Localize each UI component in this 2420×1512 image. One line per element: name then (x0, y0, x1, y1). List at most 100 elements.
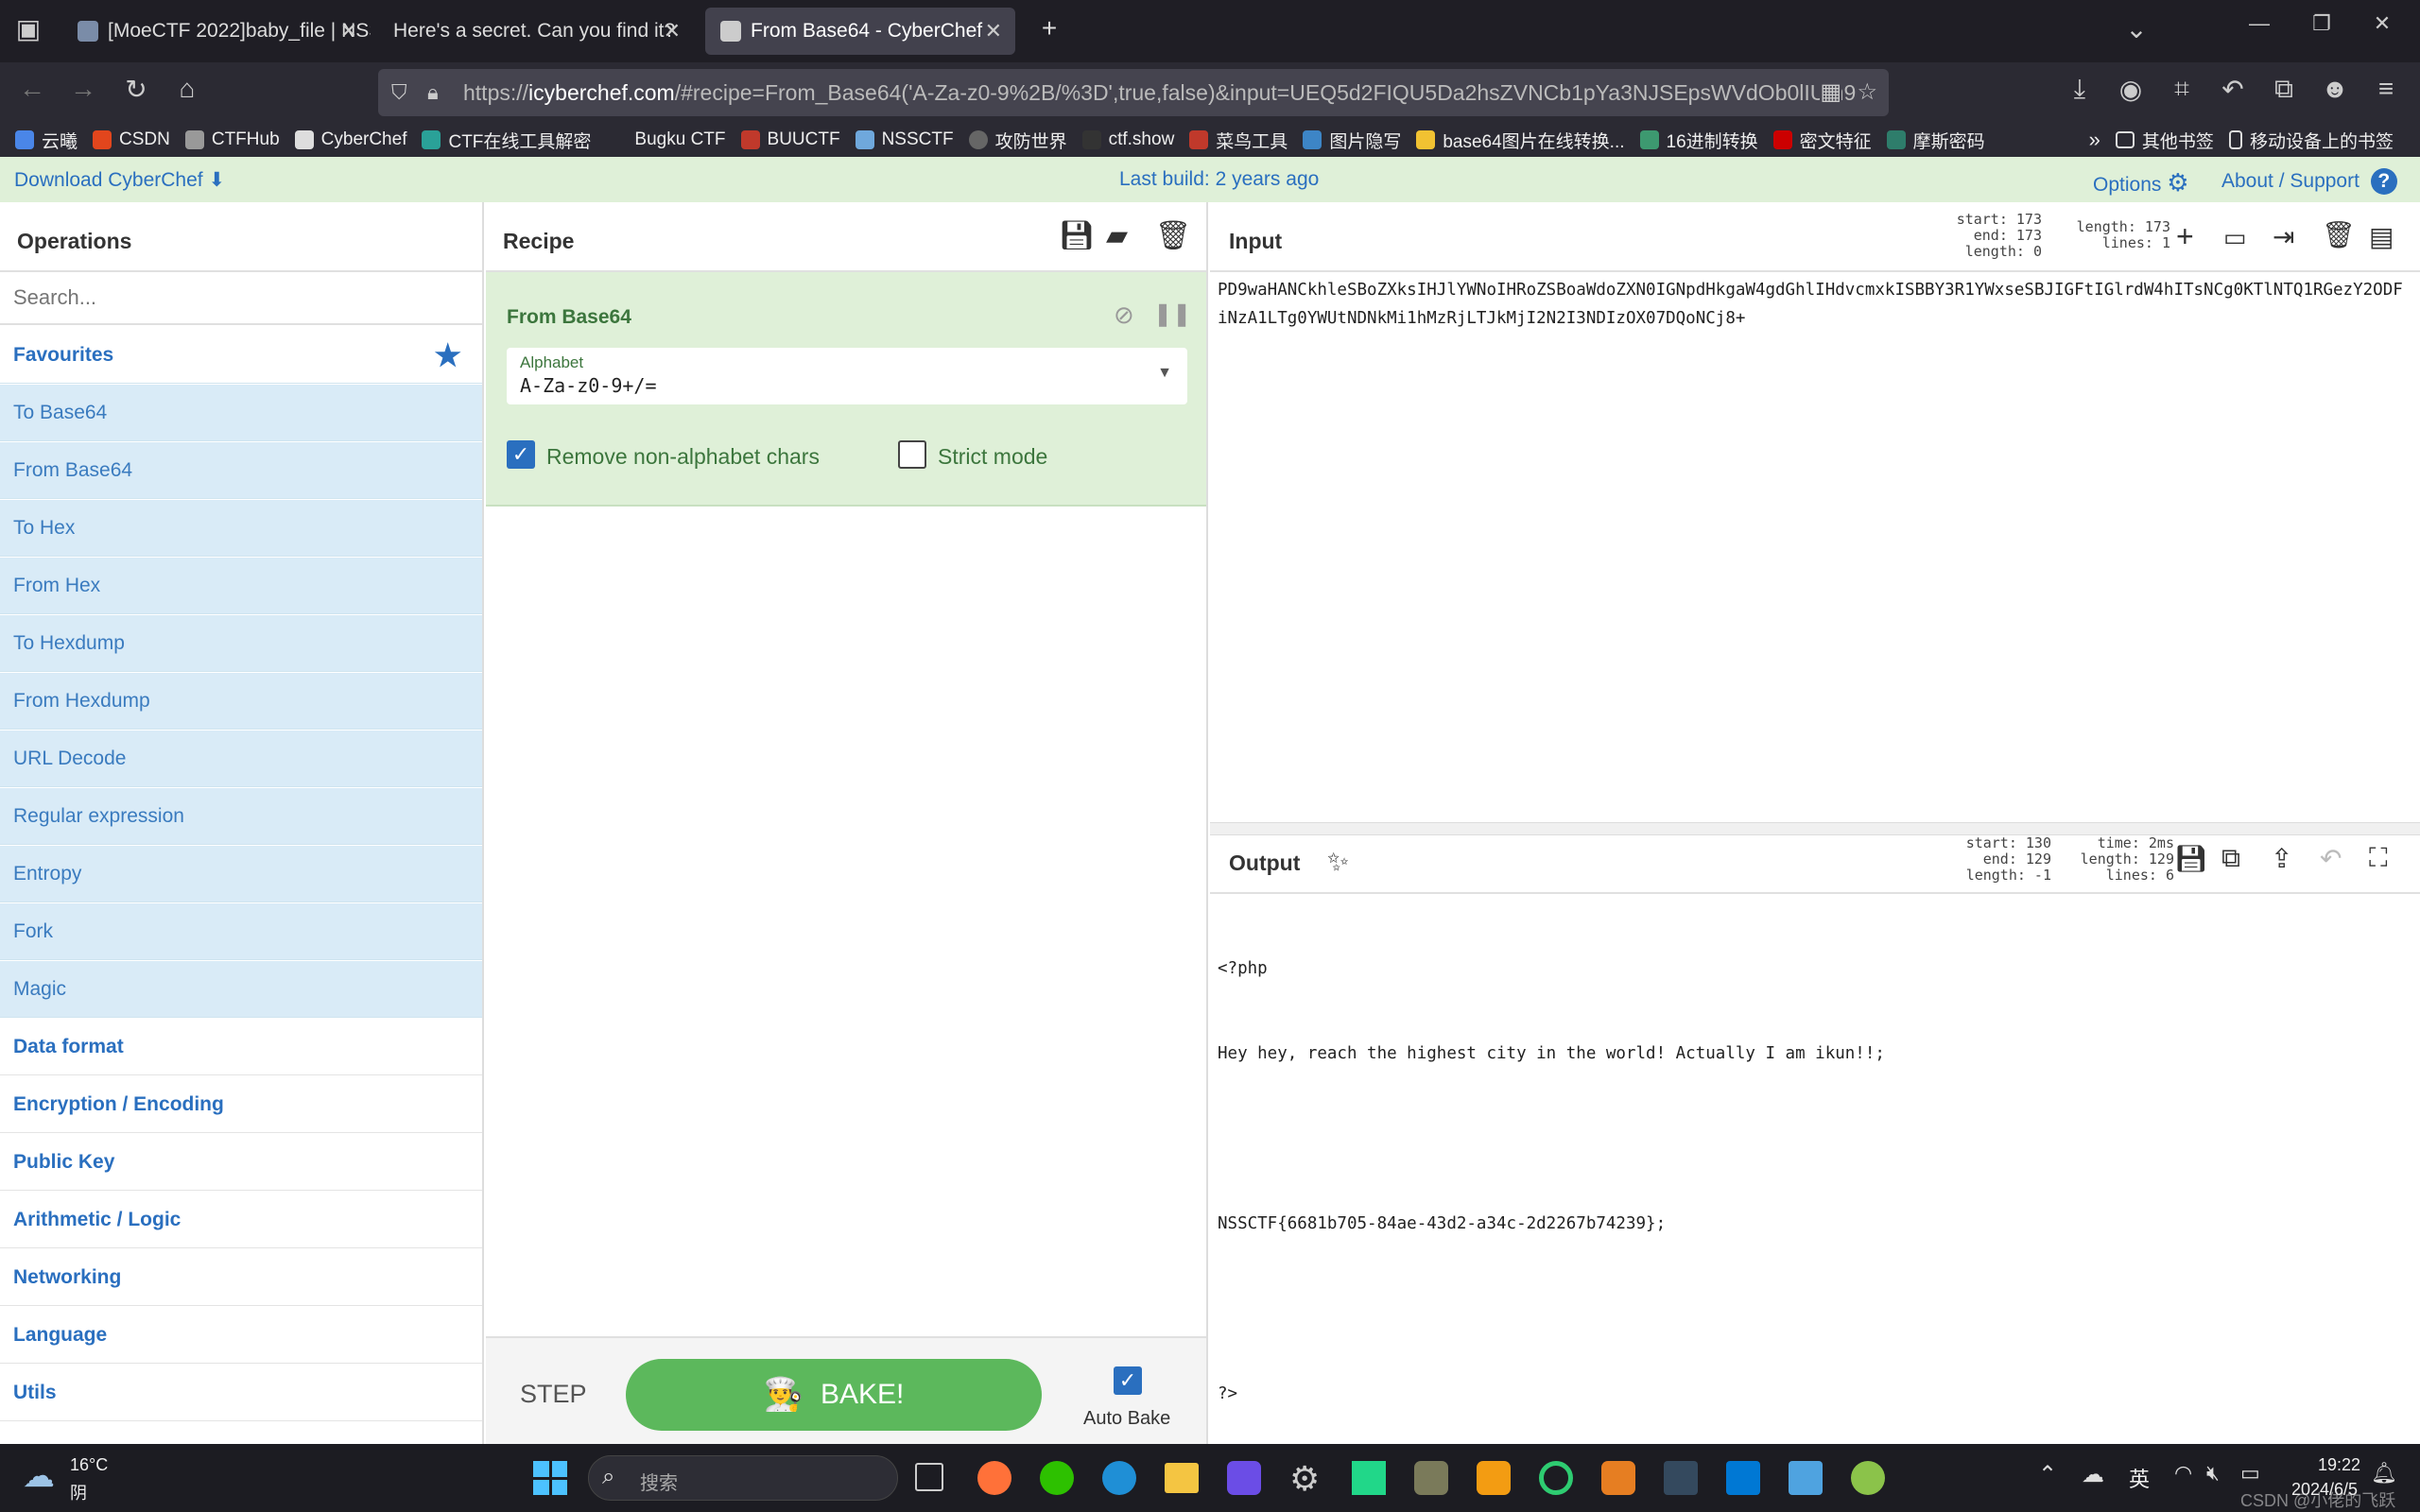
operation-url-decode[interactable]: URL Decode (0, 730, 482, 787)
account-icon[interactable]: ◉ (2112, 74, 2150, 105)
category-encryption-encoding[interactable]: Encryption / Encoding (0, 1076, 482, 1133)
chevron-up-icon[interactable]: ⌃ (2038, 1461, 2057, 1488)
bookmark-item[interactable]: CTFHub (184, 129, 280, 150)
category-data-format[interactable]: Data format (0, 1019, 482, 1075)
disable-operation-icon[interactable]: ⊘ (1114, 301, 1134, 330)
clock-time[interactable]: 19:22 (2318, 1455, 2360, 1475)
taskbar-search-box[interactable]: ⌕ 搜索 (588, 1455, 898, 1501)
app-taskbar-icon[interactable] (1414, 1461, 1448, 1495)
notification-bell-icon[interactable]: 🔔︎ (2371, 1461, 2397, 1486)
undo-icon[interactable]: ↶ (2320, 843, 2342, 874)
operation-regular-expression[interactable]: Regular expression (0, 788, 482, 845)
operations-search-input[interactable] (0, 272, 482, 325)
tab-list-icon[interactable]: ▣ (9, 13, 47, 44)
firefox-taskbar-icon[interactable] (977, 1461, 1011, 1495)
auto-bake-checkbox[interactable]: ✓ (1114, 1366, 1142, 1395)
tab-secret[interactable]: Here's a secret. Can you find it? ✕ (378, 8, 694, 55)
ime-indicator[interactable]: 英 (2129, 1463, 2150, 1493)
task-view-icon[interactable] (915, 1463, 943, 1491)
close-tab-icon[interactable]: ✕ (340, 19, 357, 43)
url-bar[interactable]: ⛉ 🔒︎ https://icyberchef.com/#recipe=From… (378, 69, 1889, 116)
step-button[interactable]: STEP (520, 1380, 587, 1409)
open-file-icon[interactable]: ⇥ (2273, 221, 2294, 252)
bookmark-item[interactable]: CTF在线工具解密 (422, 128, 591, 153)
bookmark-folder[interactable]: 移动设备上的书签 (2228, 128, 2394, 153)
category-public-key[interactable]: Public Key (0, 1134, 482, 1191)
favourites-category[interactable]: Favourites ★ (0, 327, 482, 384)
profile-avatar-icon[interactable]: ☻ (2316, 74, 2354, 104)
app-taskbar-icon[interactable] (1539, 1461, 1573, 1495)
app-taskbar-icon[interactable] (1227, 1461, 1261, 1495)
operation-from-base64[interactable]: From Base64 (0, 442, 482, 499)
wifi-icon[interactable]: ◠ (2174, 1461, 2192, 1486)
tab-cyberchef[interactable]: From Base64 - CyberChef ✕ (705, 8, 1015, 55)
bookmark-item[interactable]: BUUCTF (740, 129, 840, 150)
shield-icon[interactable]: ⛉ (391, 80, 407, 105)
notepad-taskbar-icon[interactable] (1789, 1461, 1823, 1495)
operation-entropy[interactable]: Entropy (0, 846, 482, 902)
bake-button[interactable]: 👨‍🍳︎ BAKE! (626, 1359, 1042, 1431)
io-splitter[interactable] (1210, 822, 2420, 835)
vscode-taskbar-icon[interactable] (1726, 1461, 1760, 1495)
input-textarea[interactable]: PD9waHANCkhleSBoZXksIHJlYWNoIHRoZSBoaWdo… (1218, 276, 2411, 824)
qr-code-icon[interactable]: ▦ (1820, 78, 1841, 106)
bookmark-item[interactable]: CSDN (93, 129, 170, 150)
bookmark-star-icon[interactable]: ☆ (1857, 78, 1877, 106)
star-icon[interactable]: ★ (434, 327, 461, 384)
open-file-folder-icon[interactable]: ▭ (2223, 223, 2247, 252)
bookmark-item[interactable]: 攻防世界 (968, 128, 1067, 153)
about-support-link[interactable]: About / Support ? (2221, 168, 2397, 195)
weather-cloud-icon[interactable]: ☁ (23, 1457, 55, 1495)
replace-input-icon[interactable]: ⇪ (2271, 843, 2292, 874)
output-text[interactable]: <?php Hey hey, reach the highest city in… (1218, 898, 2411, 1465)
operation-magic[interactable]: Magic (0, 961, 482, 1018)
bookmark-item[interactable]: CyberChef (294, 129, 406, 150)
recipe-operation-from-base64[interactable]: From Base64 ⊘ ❚❚ Alphabet A-Za-z0-9+/= ▼… (486, 272, 1206, 507)
chevron-down-icon[interactable]: ⌄ (2118, 13, 2155, 44)
options-link[interactable]: Options ⚙ (2093, 168, 2189, 198)
close-window-icon[interactable]: ✕ (2363, 11, 2401, 36)
bookmark-item[interactable]: 摩斯密码 (1886, 128, 1985, 153)
home-icon[interactable]: ⌂ (168, 74, 206, 104)
breakpoint-pause-icon[interactable]: ❚❚ (1153, 301, 1191, 328)
restore-icon[interactable]: ❐ (2303, 11, 2341, 36)
strict-mode-checkbox[interactable] (898, 440, 926, 469)
maximize-icon[interactable]: ⛶ (2369, 843, 2388, 874)
category-utils[interactable]: Utils (0, 1365, 482, 1421)
operation-to-base64[interactable]: To Base64 (0, 385, 482, 441)
reload-icon[interactable]: ↻ (117, 74, 155, 105)
menu-icon[interactable]: ≡ (2367, 74, 2405, 104)
volume-muted-icon[interactable]: 🔇︎ (2206, 1461, 2220, 1486)
download-icon[interactable]: ⤓ (2061, 74, 2099, 105)
copy-output-icon[interactable]: ⧉ (2221, 843, 2240, 874)
tab-moectf[interactable]: [MoeCTF 2022]baby_file | NSSCTF ✕ (62, 8, 371, 55)
magic-wand-icon[interactable]: ✨︎ (1327, 847, 1349, 878)
save-recipe-icon[interactable]: 💾︎ (1059, 219, 1095, 252)
lock-icon[interactable]: 🔒︎ (427, 80, 439, 105)
undo-icon[interactable]: ↶ (2214, 74, 2252, 105)
category-language[interactable]: Language (0, 1307, 482, 1364)
extensions-icon[interactable]: ⧉ (2265, 74, 2303, 105)
onedrive-cloud-icon[interactable]: ☁ (2082, 1461, 2104, 1488)
settings-gear-taskbar-icon[interactable]: ⚙ (1289, 1459, 1320, 1499)
bookmark-item[interactable]: 云曦 (15, 128, 78, 153)
bookmark-item[interactable]: ctf.show (1081, 129, 1174, 150)
close-tab-icon[interactable]: ✕ (664, 19, 681, 43)
file-explorer-taskbar-icon[interactable] (1165, 1463, 1199, 1493)
app-taskbar-icon[interactable] (1477, 1461, 1511, 1495)
remove-non-alphabet-checkbox[interactable]: ✓ (507, 440, 535, 469)
reset-layout-icon[interactable]: ▤ (2369, 221, 2394, 252)
operation-to-hexdump[interactable]: To Hexdump (0, 615, 482, 672)
load-recipe-folder-icon[interactable]: ▰ (1106, 219, 1128, 252)
add-input-icon[interactable]: + (2176, 219, 2194, 254)
crop-icon[interactable]: ⌗ (2163, 74, 2201, 105)
bookmark-item[interactable]: Bugku CTF (634, 129, 725, 150)
battery-icon[interactable]: ▭ (2240, 1461, 2260, 1486)
download-cyberchef-link[interactable]: Download CyberChef ⬇ (14, 168, 225, 192)
category-networking[interactable]: Networking (0, 1249, 482, 1306)
forward-icon[interactable]: → (64, 74, 102, 104)
bookmark-item[interactable]: 菜鸟工具 (1189, 128, 1288, 153)
bookmark-item[interactable]: NSSCTF (855, 129, 954, 150)
minimize-icon[interactable]: — (2240, 11, 2278, 36)
pycharm-taskbar-icon[interactable] (1352, 1461, 1386, 1495)
